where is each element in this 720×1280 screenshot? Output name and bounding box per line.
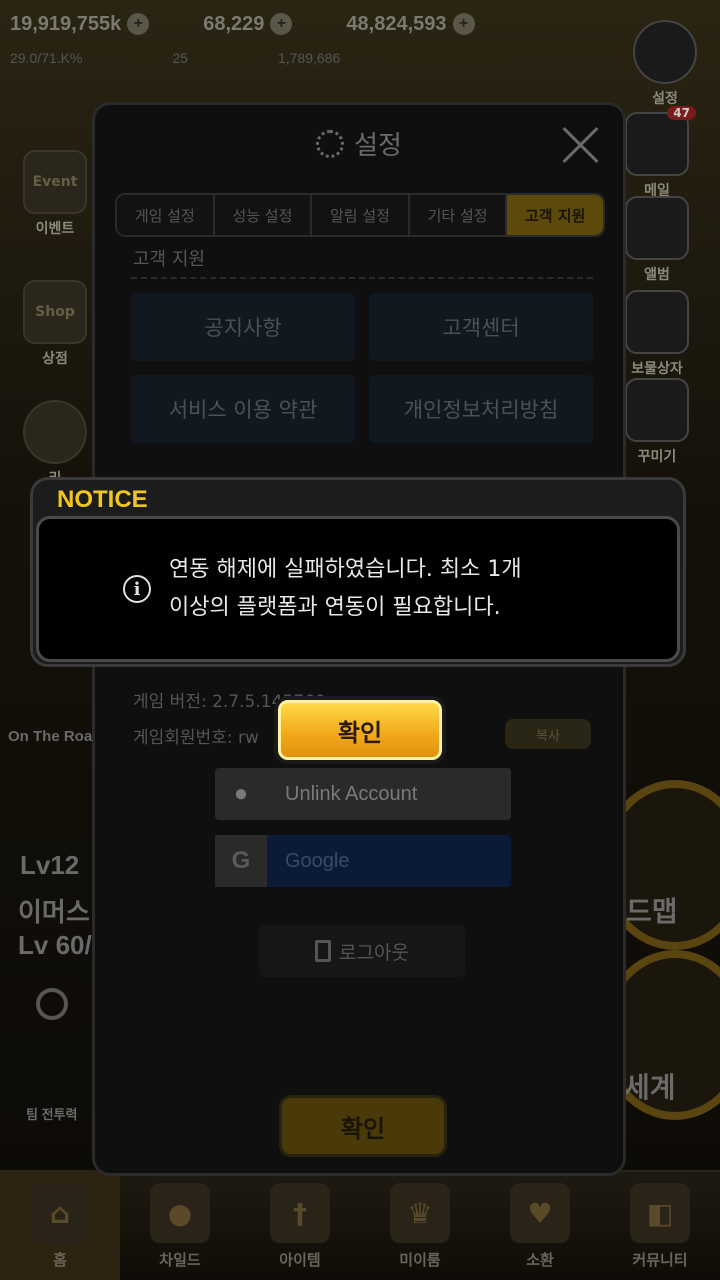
tab-game-settings[interactable]: 게임 설정 [117,195,215,235]
sub-value-3: 1,789,686 [277,50,341,66]
sword-shield-icon: † [270,1183,330,1243]
google-link-button[interactable]: G Google [215,835,511,887]
add-stamina-icon[interactable]: + [452,13,475,35]
notice-message-line-1: 연동 해제에 실패하였습니다. 최소 1개 [169,557,522,582]
logout-label: 로그아웃 [339,941,409,964]
section-divider [131,277,593,279]
apple-icon: ● [233,780,249,807]
settings-menu[interactable]: 설정 [620,20,710,108]
notice-confirm-button[interactable]: 확인 [274,696,446,764]
gem-resource: 68,229 + [203,12,293,36]
treasure-label: 보물상자 [631,361,683,377]
member-number: 게임회원번호: rw [133,728,259,748]
bottom-nav: ⌂ 홈 ● 차일드 † 아이템 ♛ 미이룸 ♥ 소환 ◧ 커뮤니티 [0,1170,720,1280]
info-icon: i [123,575,151,603]
shop-menu[interactable]: Shop 상점 [10,280,100,368]
customer-center-button[interactable]: 고객센터 [369,293,593,361]
notice-confirm-label: 확인 [278,700,442,760]
nav-community[interactable]: ◧ 커뮤니티 [600,1172,720,1280]
nav-summon-label: 소환 [526,1251,554,1269]
notice-dialog: NOTICE i 연동 해제에 실패하였습니다. 최소 1개 이상의 플랫폼과 … [30,477,686,667]
nav-home[interactable]: ⌂ 홈 [0,1172,120,1280]
event-menu[interactable]: Event 이벤트 [10,150,100,238]
section-title: 고객 지원 [133,249,205,270]
gem-value: 68,229 [203,12,265,35]
notice-title: NOTICE [57,486,148,513]
google-icon: G [215,835,267,887]
add-gold-icon[interactable]: + [127,13,150,35]
album-icon [625,196,689,260]
shop-label: 상점 [42,351,68,367]
terms-of-service-button[interactable]: 서비스 이용 약관 [131,375,355,443]
nav-item-label: 아이템 [279,1251,321,1269]
resource-bar: 19,919,755k + 68,229 + 48,824,593 + [0,0,720,48]
tab-other-settings[interactable]: 기타 설정 [409,195,508,235]
home-icon: ⌂ [30,1183,90,1243]
unlink-apple-button[interactable]: ● Unlink Account [215,768,511,820]
shield-icon: ◧ [630,1183,690,1243]
mail-icon [625,112,689,176]
settings-tabs: 게임 설정 성능 설정 알림 설정 기타 설정 고객 지원 [115,193,605,237]
privacy-policy-button[interactable]: 개인정보처리방침 [369,375,593,443]
mail-badge: 47 [667,106,696,120]
nav-community-label: 커뮤니티 [632,1251,688,1269]
sub-resource-bar: 29.0/71.K% 25 1,789,686 [10,50,640,66]
nav-item[interactable]: † 아이템 [240,1172,360,1280]
on-the-road-label: On The Roa [8,728,93,745]
shop-icon: Shop [23,280,87,344]
support-button-grid: 공지사항 고객센터 서비스 이용 약관 개인정보처리방침 [131,293,593,443]
notice-button[interactable]: 공지사항 [131,293,355,361]
sub-value-2: 25 [172,50,188,66]
dungeon-map-label: 드맵 [626,896,678,927]
stamina-resource: 48,824,593 + [346,12,475,36]
settings-confirm-button[interactable]: 확인 [279,1095,447,1157]
flame-icon: ● [150,1183,210,1243]
gold-value: 19,919,755k [10,12,122,35]
immerse-label: 이머스 [18,897,90,927]
logout-icon [315,940,332,962]
notice-message: 연동 해제에 실패하였습니다. 최소 1개 이상의 플랫폼과 연동이 필요합니다… [169,551,522,627]
nav-summon[interactable]: ♥ 소환 [480,1172,600,1280]
decorate-icon [625,378,689,442]
settings-header: 설정 [95,125,623,162]
google-label: Google [285,849,350,872]
gold-resource: 19,919,755k + [10,12,150,36]
add-gem-icon[interactable]: + [270,13,293,35]
nav-child-label: 차일드 [159,1251,201,1269]
gear-icon [633,20,697,84]
logout-button[interactable]: 로그아웃 [259,925,465,977]
event-icon: Event [23,150,87,214]
sub-value-1: 29.0/71.K% [10,50,83,66]
team-power-label: 팀 전투력 [26,1107,78,1122]
event-label: 이벤트 [35,221,75,237]
stamina-value: 48,824,593 [346,12,447,35]
nav-room[interactable]: ♛ 미이룸 [360,1172,480,1280]
character-avatar-icon [23,400,87,464]
lv60-label: Lv 60/ [18,930,92,960]
tab-performance-settings[interactable]: 성능 설정 [214,195,313,235]
world-label: 세계 [624,1072,676,1103]
level-label: Lv12 [20,850,80,880]
close-icon[interactable] [561,125,601,165]
copy-button[interactable]: 복사 [505,719,591,749]
crown-icon: ♛ [390,1183,450,1243]
nav-home-label: 홈 [53,1251,67,1269]
search-icon[interactable] [36,988,68,1020]
nav-child[interactable]: ● 차일드 [120,1172,240,1280]
gear-icon [316,129,345,158]
notice-body: i 연동 해제에 실패하였습니다. 최소 1개 이상의 플랫폼과 연동이 필요합… [36,516,680,662]
settings-title: 설정 [354,131,402,161]
nav-room-label: 미이룸 [399,1251,441,1269]
settings-label: 설정 [652,91,678,107]
tab-notification-settings[interactable]: 알림 설정 [312,195,410,235]
notice-message-line-2: 이상의 플랫폼과 연동이 필요합니다. [169,595,501,620]
treasure-chest-icon [625,290,689,354]
album-label: 앨범 [644,267,670,283]
character-menu[interactable]: 리 [10,400,100,488]
potion-icon: ♥ [510,1183,570,1243]
tab-customer-support[interactable]: 고객 지원 [507,195,603,235]
unlink-account-label: Unlink Account [285,782,418,805]
decorate-label: 꾸미기 [637,449,677,465]
